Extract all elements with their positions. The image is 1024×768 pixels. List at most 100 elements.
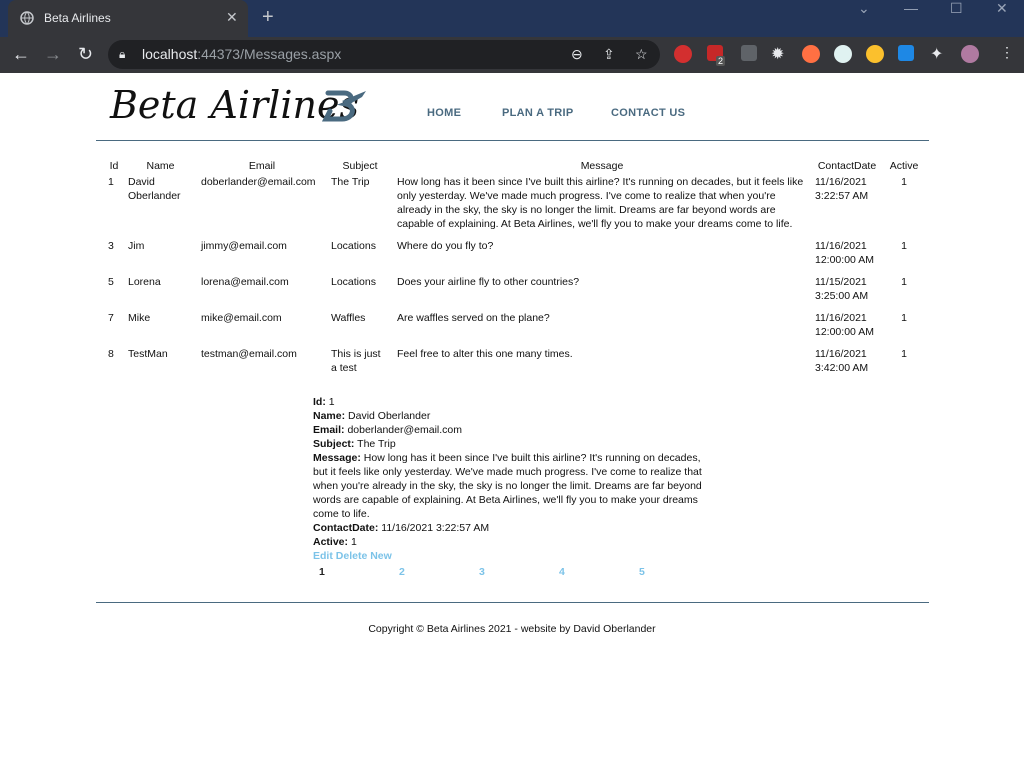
extension-yellow-icon[interactable] xyxy=(866,45,884,63)
table-row[interactable]: 7 Mike mike@email.com Waffles Are waffle… xyxy=(104,309,925,345)
cell-id: 7 xyxy=(108,312,114,324)
cell-subject: This is just a test xyxy=(331,348,381,374)
table-row[interactable]: 1 David Oberlander doberlander@email.com… xyxy=(104,173,925,237)
cell-active: 1 xyxy=(901,240,907,252)
url-text[interactable]: localhost:44373/Messages.aspx xyxy=(142,46,341,62)
new-link[interactable]: New xyxy=(370,550,392,562)
zoom-icon[interactable]: ⊖ xyxy=(571,46,583,63)
nav-contact-us[interactable]: CONTACT US xyxy=(611,107,685,119)
col-email: Email xyxy=(248,160,276,172)
extension-dropper-icon[interactable] xyxy=(741,45,757,61)
close-tab-icon[interactable]: ✕ xyxy=(226,9,238,26)
cell-subject: Locations xyxy=(331,240,376,252)
extension-gear-icon[interactable]: ✹ xyxy=(771,44,784,64)
forward-icon[interactable]: → xyxy=(44,44,62,65)
extension-n-icon[interactable] xyxy=(834,45,852,63)
cell-active: 1 xyxy=(901,312,907,324)
maximize-icon[interactable]: ☐ xyxy=(950,0,963,20)
table-row[interactable]: 8 TestMan testman@email.com This is just… xyxy=(104,345,925,381)
pager-page-4[interactable]: 4 xyxy=(559,566,565,578)
pager-page-3[interactable]: 3 xyxy=(479,566,485,578)
extension-stop-icon[interactable] xyxy=(674,45,692,63)
cell-subject: The Trip xyxy=(331,176,370,188)
cell-name: TestMan xyxy=(128,348,168,360)
cell-message: Are waffles served on the plane? xyxy=(397,312,550,324)
detail-id: 1 xyxy=(328,396,335,408)
extension-forward-icon[interactable] xyxy=(898,45,914,61)
detail-active: 1 xyxy=(350,536,357,548)
nav-plan-a-trip[interactable]: PLAN A TRIP xyxy=(502,107,574,119)
cell-subject: Locations xyxy=(331,276,376,288)
back-icon[interactable]: ← xyxy=(12,44,30,65)
cell-subject: Waffles xyxy=(331,312,366,324)
footer-divider xyxy=(96,602,929,603)
lock-icon[interactable]: 🔒︎ xyxy=(119,47,125,62)
col-active: Active xyxy=(889,160,919,172)
nav-home[interactable]: HOME xyxy=(427,107,461,119)
browser-tab[interactable]: Beta Airlines ✕ xyxy=(8,0,248,37)
cell-id: 3 xyxy=(108,240,114,252)
extension-a-icon[interactable] xyxy=(802,45,820,63)
profile-avatar[interactable] xyxy=(961,45,979,63)
detail-date-label: ContactDate: xyxy=(313,522,379,534)
edit-link[interactable]: Edit xyxy=(313,550,333,562)
pager-page-5[interactable]: 5 xyxy=(639,566,645,578)
cell-contactdate: 11/16/2021 3:22:57 AM xyxy=(815,176,869,202)
cell-id: 1 xyxy=(108,176,114,188)
detail-email: doberlander@email.com xyxy=(347,424,462,436)
globe-icon xyxy=(20,11,34,25)
cell-email: lorena@email.com xyxy=(201,276,289,288)
reload-icon[interactable]: ↻ xyxy=(78,44,93,65)
cell-message: Feel free to alter this one many times. xyxy=(397,348,573,360)
detail-message-label: Message: xyxy=(313,452,361,464)
cell-contactdate: 11/15/2021 3:25:00 AM xyxy=(815,276,869,302)
minimize-icon[interactable]: — xyxy=(904,0,918,20)
cell-active: 1 xyxy=(901,176,907,188)
cell-contactdate: 11/16/2021 3:42:00 AM xyxy=(815,348,869,374)
table-row[interactable]: 5 Lorena lorena@email.com Locations Does… xyxy=(104,273,925,309)
cell-active: 1 xyxy=(901,276,907,288)
detail-message: How long has it been since I've built th… xyxy=(313,452,702,520)
share-icon[interactable]: ⇪ xyxy=(603,46,615,63)
menu-kebab-icon[interactable]: ⋮ xyxy=(1000,44,1014,61)
browser-tabbar: Beta Airlines ✕ + ⌄ — ☐ ✕ xyxy=(0,0,1024,37)
cell-message: Does your airline fly to other countries… xyxy=(397,276,580,288)
col-contactdate: ContactDate xyxy=(817,160,877,172)
cell-contactdate: 11/16/2021 12:00:00 AM xyxy=(815,312,874,338)
page: Beta Airlines HOME PLAN A TRIP CONTACT U… xyxy=(0,73,1024,768)
col-name: Name xyxy=(146,160,175,172)
cell-name: Mike xyxy=(128,312,151,324)
delete-link[interactable]: Delete xyxy=(336,550,368,562)
detail-id-label: Id: xyxy=(313,396,326,408)
cell-contactdate: 11/16/2021 12:00:00 AM xyxy=(815,240,874,266)
detail-active-label: Active: xyxy=(313,536,349,548)
chevron-down-icon[interactable]: ⌄ xyxy=(858,0,870,20)
cell-email: doberlander@email.com xyxy=(201,176,316,188)
message-detail: Id: 1 Name: David Oberlander Email: dobe… xyxy=(313,395,713,563)
detail-actions: Edit Delete New xyxy=(313,549,713,563)
table-row[interactable]: 3 Jim jimmy@email.com Locations Where do… xyxy=(104,237,925,273)
pager-page-1: 1 xyxy=(319,566,325,578)
col-message: Message xyxy=(580,160,624,172)
cell-active: 1 xyxy=(901,348,907,360)
col-id: Id xyxy=(109,160,119,172)
close-window-icon[interactable]: ✕ xyxy=(996,0,1008,20)
detail-subject: The Trip xyxy=(357,438,396,450)
pager-page-2[interactable]: 2 xyxy=(399,566,405,578)
detail-date: 11/16/2021 3:22:57 AM xyxy=(381,522,490,534)
cell-name: Jim xyxy=(128,240,145,252)
bookmark-star-icon[interactable]: ☆ xyxy=(635,46,648,63)
detail-name-label: Name: xyxy=(313,410,346,422)
cell-email: mike@email.com xyxy=(201,312,282,324)
cell-email: jimmy@email.com xyxy=(201,240,287,252)
table-header-row: Id Name Email Subject Message ContactDat… xyxy=(104,159,925,173)
cell-name: Lorena xyxy=(128,276,161,288)
detail-name: David Oberlander xyxy=(348,410,431,422)
cell-message: How long has it been since I've built th… xyxy=(397,176,804,230)
extensions-puzzle-icon[interactable]: ✦ xyxy=(930,44,943,64)
new-tab-icon[interactable]: + xyxy=(262,6,274,29)
messages-table: Id Name Email Subject Message ContactDat… xyxy=(104,159,925,381)
header-divider xyxy=(96,140,929,141)
footer-copyright: Copyright © Beta Airlines 2021 - website… xyxy=(368,623,656,635)
detail-subject-label: Subject: xyxy=(313,438,355,450)
